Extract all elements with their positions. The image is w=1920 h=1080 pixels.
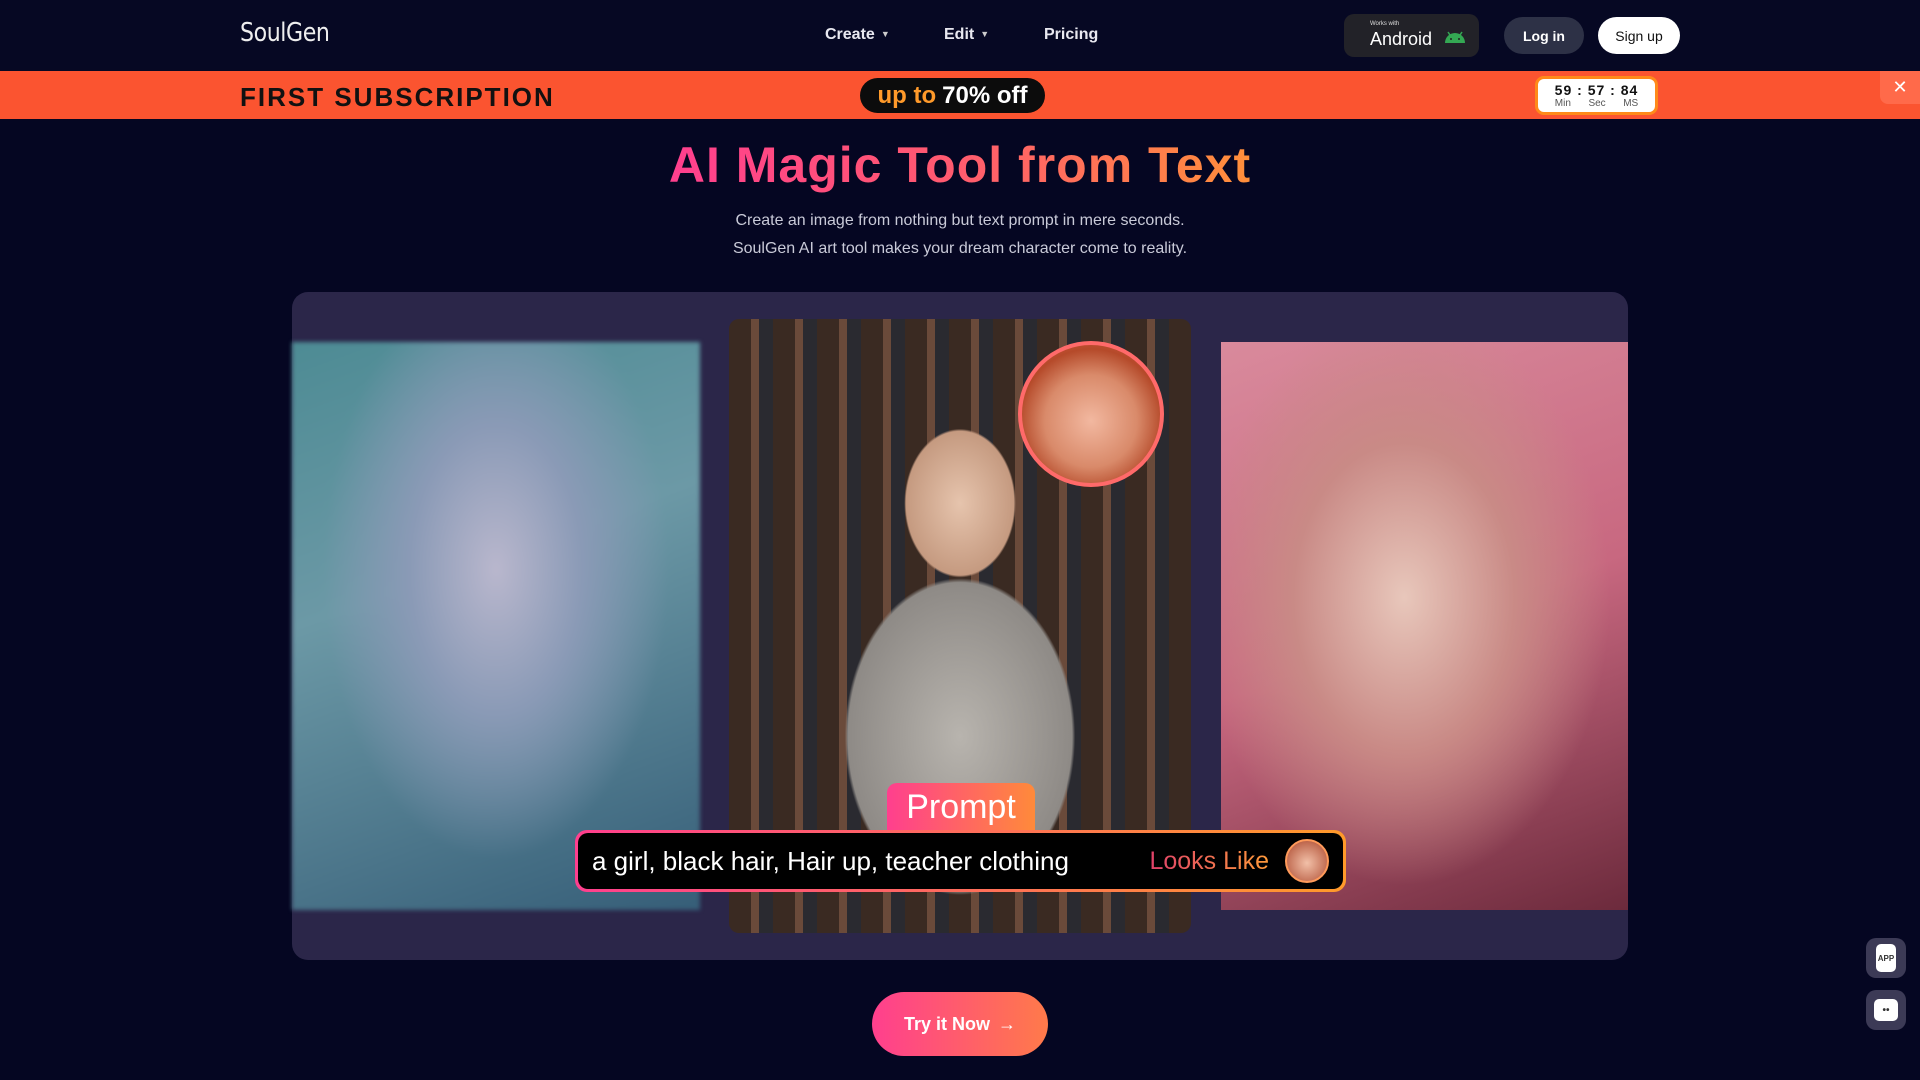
app-label: APP bbox=[1877, 953, 1895, 963]
timer-ms: 84 bbox=[1620, 82, 1639, 98]
reference-face-avatar bbox=[1018, 341, 1164, 487]
caret-down-icon: ▼ bbox=[980, 29, 990, 39]
android-label: Android bbox=[1370, 29, 1433, 49]
discount-pill: up to 70% off bbox=[860, 78, 1045, 113]
timer-label: Min bbox=[1554, 98, 1571, 109]
arrow-right-icon: → bbox=[998, 1013, 1016, 1034]
prompt-text: a girl, black hair, Hair up, teacher clo… bbox=[592, 845, 1069, 876]
caret-down-icon: ▼ bbox=[880, 29, 890, 39]
timer-sep: : bbox=[1577, 82, 1583, 98]
page-title: AI Magic Tool from Text bbox=[0, 136, 1920, 194]
looks-like-avatar bbox=[1285, 839, 1329, 883]
subtitle-line-2: SoulGen AI art tool makes your dream cha… bbox=[732, 240, 1188, 257]
nav-edit[interactable]: Edit ▼ bbox=[944, 26, 989, 44]
try-label: Try it Now bbox=[903, 1013, 990, 1034]
try-it-now-button[interactable]: Try it Now → bbox=[872, 992, 1048, 1056]
signup-button[interactable]: Sign up bbox=[1598, 17, 1680, 54]
nav-pricing[interactable]: Pricing bbox=[1044, 26, 1098, 44]
prompt-label: Prompt bbox=[887, 783, 1035, 831]
promo-headline: FIRST SUBSCRIPTION bbox=[240, 82, 555, 112]
login-button[interactable]: Log in bbox=[1504, 17, 1584, 54]
carousel-image-left[interactable] bbox=[292, 342, 700, 910]
timer-sec: 57 bbox=[1587, 82, 1606, 98]
timer-label: Sec bbox=[1588, 98, 1606, 109]
discount-value: 70% off bbox=[942, 81, 1028, 109]
nav-edit-label: Edit bbox=[944, 26, 975, 43]
prompt-bar: a girl, black hair, Hair up, teacher clo… bbox=[575, 830, 1346, 892]
carousel-image-right[interactable] bbox=[1221, 342, 1628, 910]
android-app-button[interactable]: Works with Android bbox=[1344, 14, 1479, 57]
timer-sep: : bbox=[1610, 82, 1616, 98]
subtitle-line-1: Create an image from nothing but text pr… bbox=[735, 212, 1185, 229]
phone-app-icon: APP bbox=[1876, 944, 1896, 972]
timer-label: MS bbox=[1623, 98, 1639, 109]
page-title-text: AI Magic Tool from Text bbox=[668, 137, 1252, 193]
android-small-text: Works with bbox=[1370, 21, 1400, 27]
android-icon bbox=[1445, 31, 1465, 43]
close-banner-icon[interactable]: ✕ bbox=[1880, 71, 1920, 104]
app-download-button[interactable]: APP bbox=[1866, 938, 1906, 978]
nav-create[interactable]: Create ▼ bbox=[825, 26, 890, 44]
chat-bot-button[interactable]: •• bbox=[1866, 990, 1906, 1030]
chat-bot-icon: •• bbox=[1874, 999, 1898, 1021]
looks-like-label: Looks Like bbox=[1149, 846, 1269, 875]
logo[interactable]: SoulGen bbox=[240, 18, 330, 48]
timer-min: 59 bbox=[1554, 82, 1573, 98]
countdown-timer: 59 : 57 : 84 Min Sec MS bbox=[1535, 76, 1658, 115]
discount-prefix: up to bbox=[877, 81, 937, 109]
nav-create-label: Create bbox=[825, 26, 875, 43]
